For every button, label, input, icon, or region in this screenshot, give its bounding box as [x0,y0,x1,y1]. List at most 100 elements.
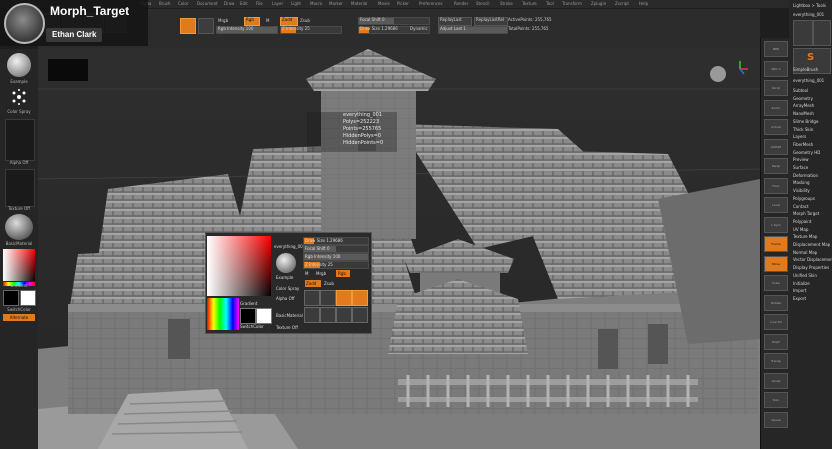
dock-transp-button[interactable]: Transp [764,353,788,369]
menu-item-picker[interactable]: Picker [397,0,409,8]
tool-menu-display-properties[interactable]: Display Properties [793,265,829,270]
sculpt-mode-button[interactable] [180,18,196,34]
tool-menu-morph-target[interactable]: Morph Target [793,211,819,216]
tool-thumbnail-alt[interactable] [813,20,831,46]
menu-item-render[interactable]: Render [454,0,468,8]
popup-frame-button[interactable] [320,307,336,323]
popup-switch-color[interactable]: SwitchColor [240,324,264,329]
tool-menu-thick-skin[interactable]: Thick Skin [793,127,813,132]
dock-rotate-button[interactable]: Rotate [764,294,788,311]
menu-item-layer[interactable]: Layer [272,0,283,8]
dynamic-button[interactable]: Dynamic [410,26,428,32]
tool-menu-surface[interactable]: Surface [793,165,808,170]
tool-menu-normal-map[interactable]: Normal Map [793,250,817,255]
mrgb-button[interactable]: Mrgb [218,18,228,24]
tool-menu-initialize[interactable]: Initialize [793,281,810,286]
popup-gradient-swatch[interactable] [207,298,239,330]
menu-item-document[interactable]: Document [197,0,218,8]
switch-color-button[interactable]: SwitchColor [0,307,38,312]
tool-menu-geometry-hd[interactable]: Geometry HD [793,150,820,155]
menu-item-marker[interactable]: Marker [329,0,343,8]
dock-move-button[interactable]: Move [764,255,788,272]
dock-polyf-button[interactable]: PolyF [764,333,788,350]
tool-menu-layers[interactable]: Layers [793,134,806,139]
color-picker-square[interactable] [3,249,35,281]
menu-item-color[interactable]: Color [178,0,188,8]
popup-draw-button[interactable] [320,290,336,306]
popup-edit-button[interactable] [304,290,320,306]
tool-menu-fibermesh[interactable]: FiberMesh [793,142,813,147]
menu-item-stroke[interactable]: Stroke [500,0,513,8]
author-name[interactable]: Ethan Clark [46,28,103,42]
dock-aahalf-button[interactable]: AAHalf [764,138,788,155]
dock-ghost-button[interactable]: Ghost [764,372,788,389]
brush-thumb-button[interactable] [198,18,214,34]
secondary-color-swatch[interactable] [3,290,19,306]
dock-local-button[interactable]: Local [764,197,788,213]
dock-line-fill-button[interactable]: Line Fill [764,314,788,330]
tool-menu-nanomesh[interactable]: NanoMesh [793,111,814,116]
menu-item-file[interactable]: File [256,0,263,8]
m-button[interactable]: M [266,18,269,24]
dock-persp-button[interactable]: Persp [764,158,788,174]
tool-menu-polygroups[interactable]: Polygroups [793,196,815,201]
main-color-swatch[interactable] [20,290,36,306]
menu-item-texture[interactable]: Texture [522,0,537,8]
tool-menu-vector-displacement-map[interactable]: Vector Displacement Map [793,257,832,262]
tool-menu-masking[interactable]: Masking [793,180,810,185]
popup-move-button[interactable] [336,290,352,306]
popup-secondary-swatch[interactable] [240,308,256,324]
popup-zsub-button[interactable]: Zsub [324,281,334,286]
tool-menu-uv-map[interactable]: UV Map [793,227,808,232]
tool-menu-subtool[interactable]: Subtool [793,88,808,93]
tool-menu-unified-skin[interactable]: Unified Skin [793,273,817,278]
popup-persp-button[interactable] [336,307,352,323]
popup-palette[interactable]: Gradient SwitchColor everything_001 Exam… [205,232,372,334]
dock-scroll-button[interactable]: Scroll [764,80,788,96]
tool-menu-contact[interactable]: Contact [793,204,809,209]
menu-item-tool[interactable]: Tool [546,0,554,8]
menu-item-edit[interactable]: Edit [240,0,248,8]
menu-item-material[interactable]: Material [351,0,367,8]
tool-menu-export[interactable]: Export [793,296,806,301]
popup-floor-button[interactable] [352,307,368,323]
popup-scale-button[interactable] [352,290,368,306]
popup-mrgb-button[interactable]: Mrgb [316,271,326,276]
tool-menu-polypaint[interactable]: Polypaint [793,219,811,224]
menu-item-light[interactable]: Light [291,0,301,8]
menu-item-draw[interactable]: Draw [224,0,234,8]
dock-l-sym-button[interactable]: L.Sym [764,216,788,233]
menu-item-zplugin[interactable]: Zplugin [591,0,606,8]
tool-menu-geometry[interactable]: Geometry [793,96,813,101]
lightbox-tools-header[interactable]: Lightbox > Tools [793,3,826,8]
tool-menu-preview[interactable]: Preview [793,157,809,162]
spray-dots-icon[interactable] [9,87,29,107]
popup-main-swatch[interactable] [256,308,272,324]
tool-menu-deformation[interactable]: Deformation [793,173,818,178]
menu-item-movie[interactable]: Movie [378,0,390,8]
dock-spix-3-button[interactable]: SPix 3 [764,60,788,77]
menu-item-help[interactable]: Help [639,0,648,8]
dock-xpose-button[interactable]: Xpose [764,411,788,428]
dock-scale-button[interactable]: Scale [764,275,788,291]
avatar[interactable] [4,3,45,44]
tool-menu-displacement-map[interactable]: Displacement Map [793,242,830,247]
video-title[interactable]: Morph_Target [50,4,129,18]
menu-item-macro[interactable]: Macro [310,0,322,8]
dock-bpr-button[interactable]: BPR [764,41,788,57]
popup-color-square[interactable] [207,236,271,296]
tool-menu-visibility[interactable]: Visibility [793,188,810,193]
alpha-slot[interactable] [5,119,35,161]
tool-menu-texture-map[interactable]: Texture Map [793,234,817,239]
zsub-button[interactable]: Zsub [300,18,310,24]
brush-sphere-icon[interactable] [7,53,31,77]
menu-item-brush[interactable]: Brush [159,0,171,8]
dock-floor-button[interactable]: Floor [764,177,788,194]
popup-rotate-button[interactable] [304,307,320,323]
popup-m-button[interactable]: M [305,271,308,276]
dock-actual-button[interactable]: Actual [764,119,788,135]
popup-brush-icon[interactable] [276,253,296,273]
tool-menu-slime-bridge[interactable]: Slime Bridge [793,119,818,124]
menu-item-zscript[interactable]: Zscript [615,0,629,8]
texture-slot[interactable] [5,169,35,207]
